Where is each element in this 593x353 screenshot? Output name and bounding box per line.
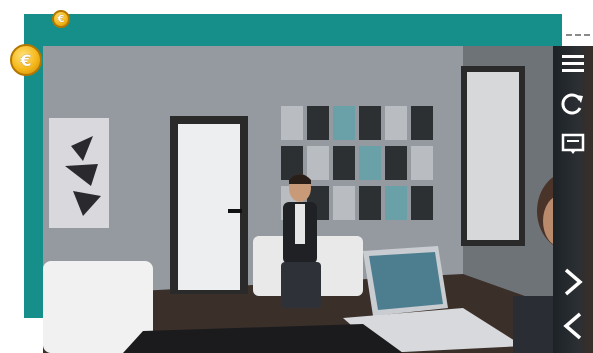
office-scene bbox=[43, 46, 553, 353]
hamburger-menu-icon[interactable] bbox=[559, 50, 587, 78]
chevron-left-icon[interactable] bbox=[559, 312, 587, 340]
subtitles-icon[interactable] bbox=[559, 130, 587, 158]
abstract-painting bbox=[49, 118, 109, 228]
dashed-divider bbox=[566, 34, 590, 36]
chevron-right-icon[interactable] bbox=[559, 268, 587, 296]
refresh-icon[interactable] bbox=[559, 90, 587, 118]
side-toolbar bbox=[553, 46, 593, 353]
coin-icon-large: € bbox=[10, 44, 42, 76]
coin-icon-small: € bbox=[52, 10, 70, 28]
game-viewport[interactable] bbox=[43, 46, 553, 353]
